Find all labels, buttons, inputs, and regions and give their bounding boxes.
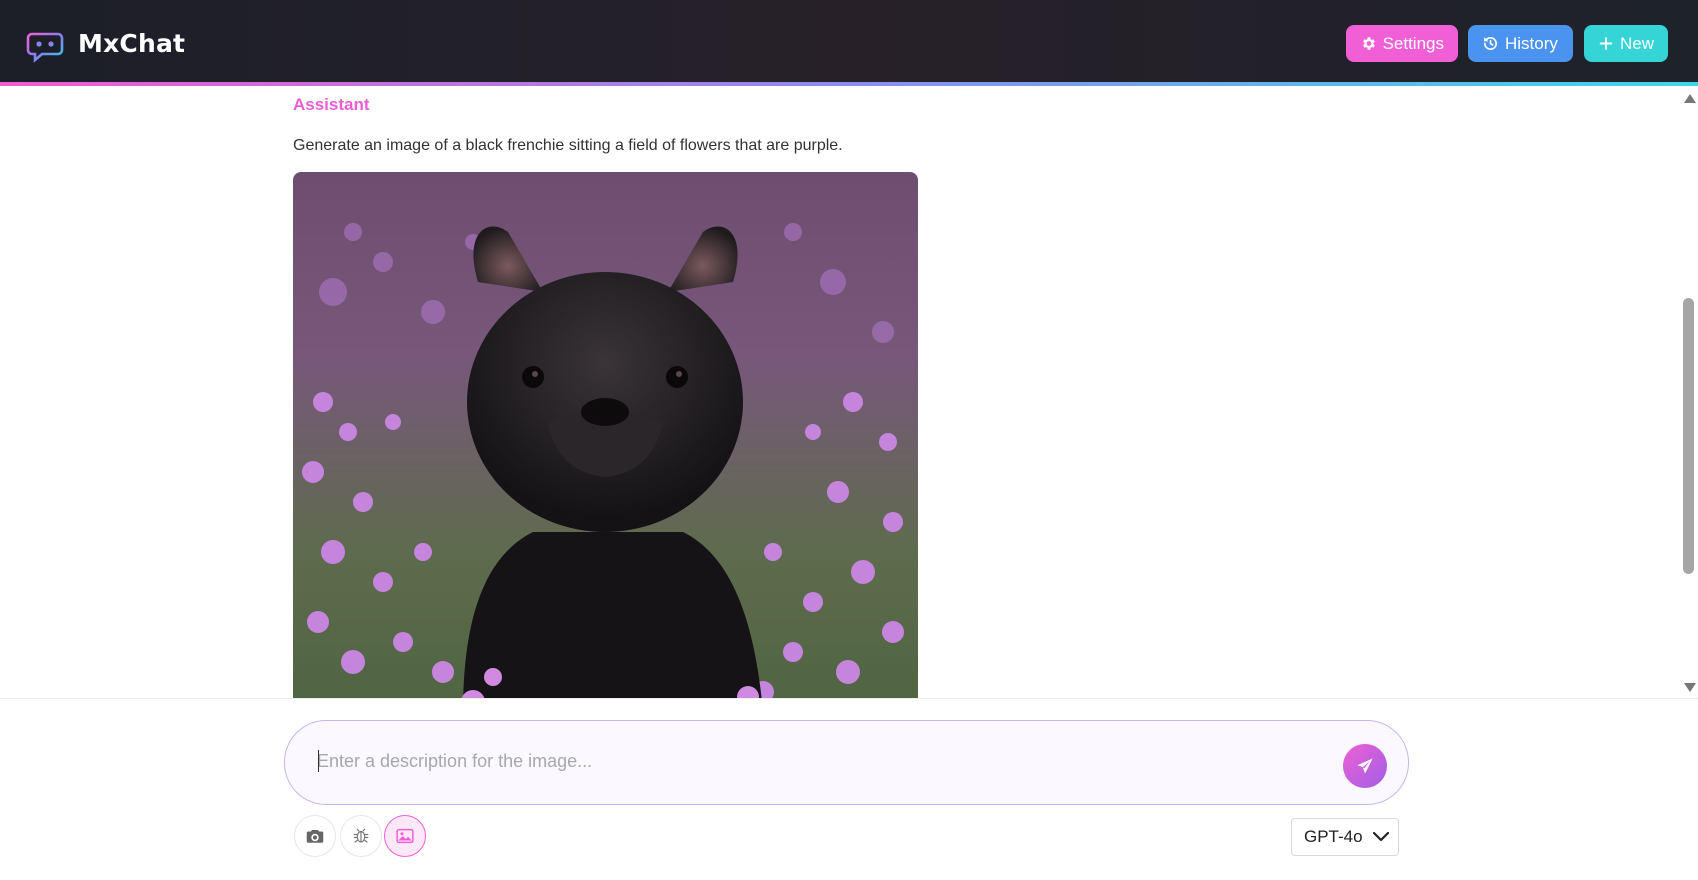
prompt-box xyxy=(284,720,1409,805)
prompt-input[interactable] xyxy=(317,741,1297,781)
text-caret xyxy=(318,750,319,772)
scroll-down-arrow-icon[interactable] xyxy=(1684,683,1696,692)
camera-icon xyxy=(306,830,324,843)
new-label: New xyxy=(1619,33,1654,53)
image-mode-button[interactable] xyxy=(384,815,426,857)
message-sender: Assistant xyxy=(293,95,370,114)
camera-button[interactable] xyxy=(294,815,336,857)
bug-icon xyxy=(353,828,369,843)
history-label: History xyxy=(1505,33,1558,53)
gear-icon xyxy=(1363,37,1375,50)
model-select-value: GPT-4o xyxy=(1304,827,1363,846)
chat-scrollbar[interactable] xyxy=(1680,86,1698,698)
paper-plane-icon xyxy=(1357,758,1373,774)
chevron-down-icon xyxy=(1372,832,1389,842)
robot-chat-logo-icon xyxy=(24,23,66,63)
message-text: Generate an image of a black frenchie si… xyxy=(293,137,843,154)
send-button[interactable] xyxy=(1343,744,1387,788)
scroll-up-arrow-icon[interactable] xyxy=(1684,94,1696,103)
new-chat-button[interactable]: New xyxy=(1584,25,1668,62)
app-name: MxChat xyxy=(78,28,186,58)
composer-divider xyxy=(0,698,1698,699)
history-icon xyxy=(1483,37,1498,50)
image-icon xyxy=(396,828,414,844)
app-header: MxChat Settings History New xyxy=(0,0,1698,84)
history-button[interactable]: History xyxy=(1468,25,1573,62)
plus-icon xyxy=(1599,37,1613,50)
chat-scroll-area[interactable]: Assistant Generate an image of a black f… xyxy=(0,86,1698,698)
generated-image[interactable] xyxy=(293,172,918,698)
settings-label: Settings xyxy=(1382,33,1444,53)
brand[interactable]: MxChat xyxy=(24,22,185,64)
debug-button[interactable] xyxy=(340,815,382,857)
model-select[interactable]: GPT-4o xyxy=(1291,818,1399,856)
scroll-thumb[interactable] xyxy=(1683,298,1694,574)
settings-button[interactable]: Settings xyxy=(1346,25,1458,62)
